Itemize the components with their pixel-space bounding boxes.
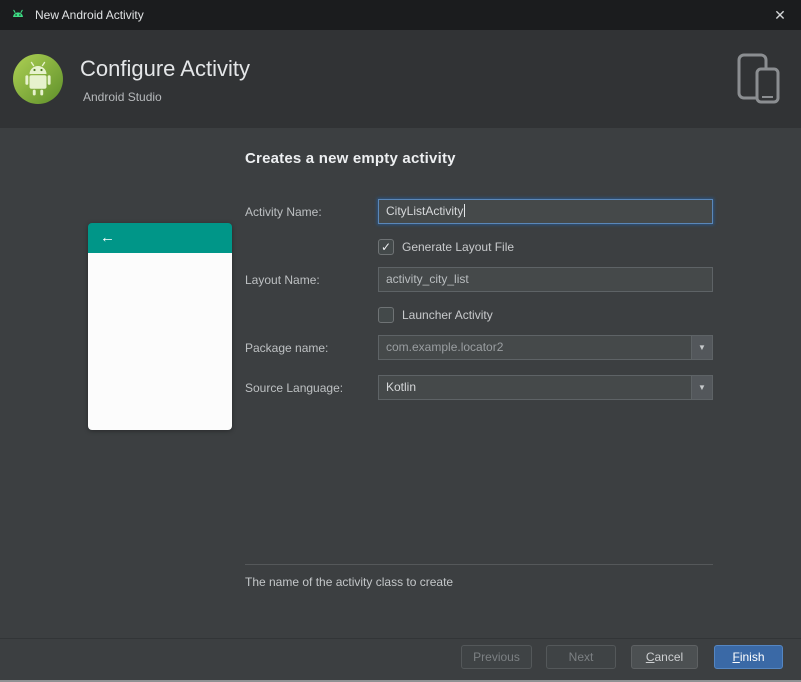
step-heading: Creates a new empty activity [245,150,456,167]
source-language-value: Kotlin [386,380,417,394]
finish-label-rest: inish [739,650,765,664]
preview-body [88,253,232,430]
chevron-down-icon: ▼ [698,342,706,352]
finish-button[interactable]: Finish [714,645,783,669]
source-language-combobox[interactable]: Kotlin ▼ [378,375,713,400]
cancel-button[interactable]: Cancel [631,645,698,669]
package-name-combobox[interactable]: com.example.locator2 ▼ [378,335,713,360]
header-subtitle: Android Studio [83,90,162,104]
activity-name-label: Activity Name: [245,205,322,219]
activity-name-input[interactable]: CityListActivity [378,199,713,224]
close-icon[interactable]: ✕ [769,7,791,24]
wizard-header: Configure Activity Android Studio [0,30,801,128]
launcher-activity-label[interactable]: Launcher Activity [402,308,493,322]
generate-layout-checkbox[interactable]: ✓ [378,239,394,255]
layout-name-label: Layout Name: [245,273,320,287]
generate-layout-label[interactable]: Generate Layout File [402,240,514,254]
android-robot-icon [13,9,23,17]
chevron-down-icon: ▼ [698,382,706,392]
layout-name-value: activity_city_list [386,272,469,286]
package-name-value: com.example.locator2 [386,340,504,354]
layout-name-input[interactable]: activity_city_list [378,267,713,292]
next-button[interactable]: Next [546,645,616,669]
window-title: New Android Activity [35,8,144,22]
activity-preview: ← [88,223,232,430]
android-studio-logo [13,54,63,104]
phone-tablet-icon [737,53,780,104]
source-language-label: Source Language: [245,381,344,395]
finish-mnemonic: F [732,650,740,664]
package-name-label: Package name: [245,341,329,355]
help-divider [245,564,713,565]
buttonbar-divider [0,638,801,639]
back-arrow-icon: ← [100,229,115,246]
new-android-activity-dialog: New Android Activity ✕ Configure Activit… [0,0,801,682]
activity-name-value: CityListActivity [386,204,464,218]
previous-button[interactable]: Previous [461,645,532,669]
cancel-label-rest: ancel [654,650,684,664]
field-help-text: The name of the activity class to create [245,575,454,589]
checkmark-icon: ✓ [380,240,392,254]
window-titlebar: New Android Activity ✕ [0,0,801,30]
header-title: Configure Activity [80,56,250,81]
text-caret [464,204,466,217]
package-name-dropdown-button[interactable]: ▼ [691,336,712,359]
launcher-activity-checkbox[interactable] [378,307,394,323]
source-language-dropdown-button[interactable]: ▼ [691,376,712,399]
preview-appbar: ← [88,223,232,253]
